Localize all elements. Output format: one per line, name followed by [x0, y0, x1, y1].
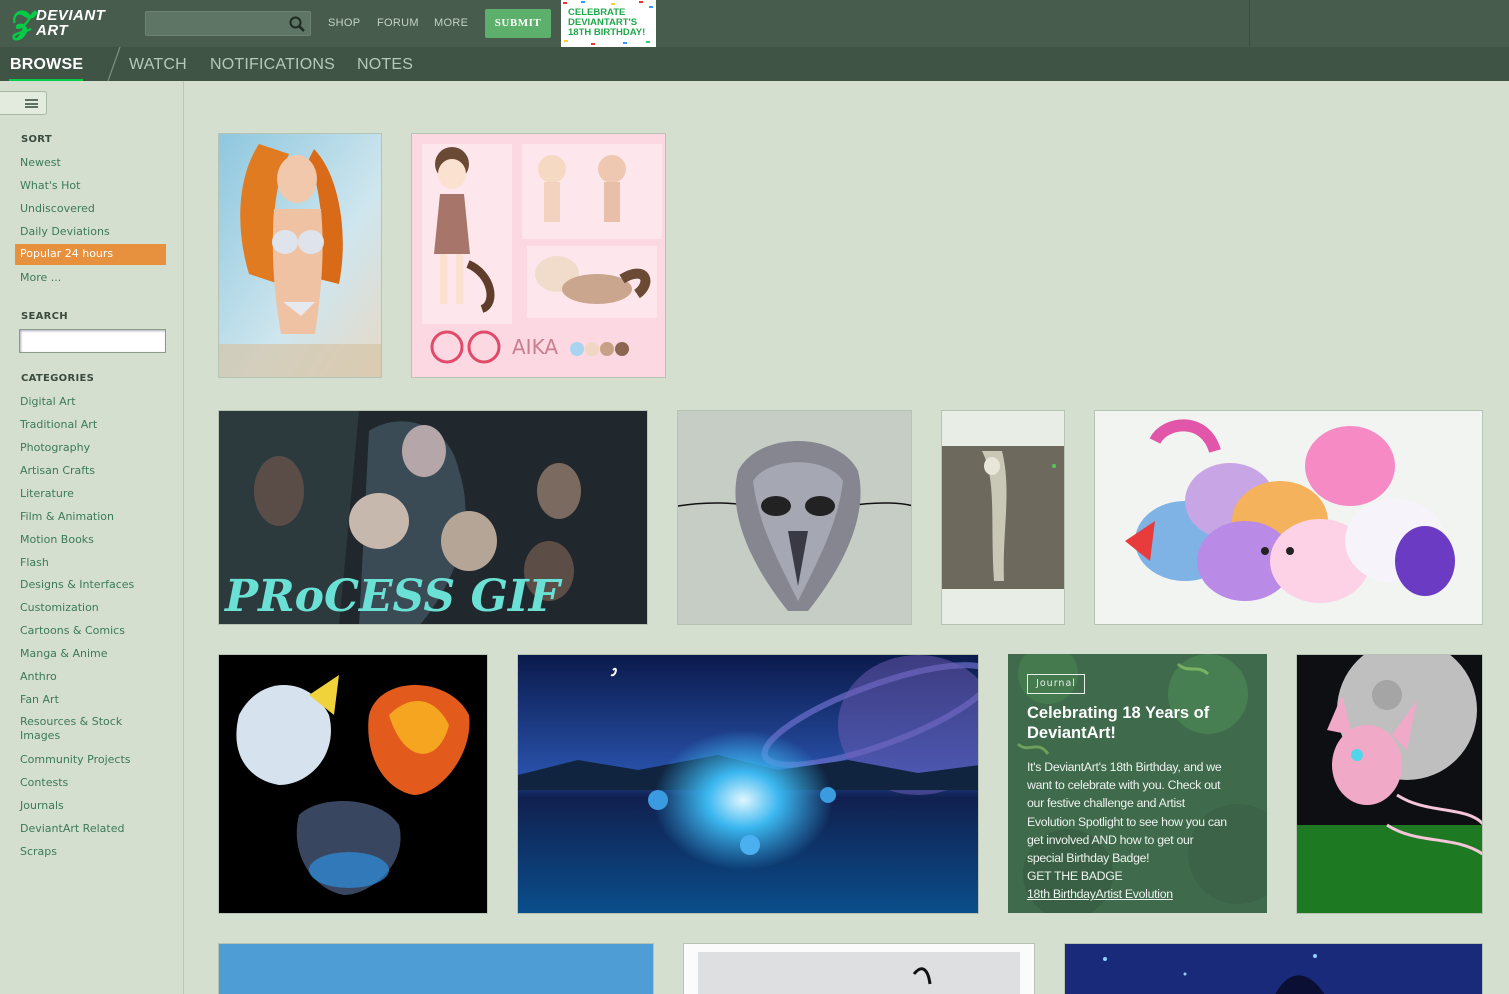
- sidebar-toggle-button[interactable]: [0, 91, 47, 115]
- sort-item-newest[interactable]: Newest: [20, 156, 61, 170]
- tab-separator: [107, 47, 121, 81]
- category-journals[interactable]: Journals: [20, 799, 64, 813]
- deviantart-logo[interactable]: 𝓩 DEVIANT ART: [12, 8, 124, 40]
- sidebar: SORT Newest What's Hot Undiscovered Dail…: [0, 81, 184, 994]
- category-designs-interfaces[interactable]: Designs & Interfaces: [20, 578, 134, 592]
- tab-notes[interactable]: NOTES: [357, 56, 413, 74]
- sort-item-popular-24-hours[interactable]: Popular 24 hours: [15, 244, 166, 265]
- journal-badge: Journal: [1027, 674, 1085, 694]
- category-contests[interactable]: Contests: [20, 776, 68, 790]
- tab-notifications[interactable]: NOTIFICATIONS: [210, 56, 335, 74]
- artwork-image: [678, 411, 911, 624]
- thumbnail-sky-bottom-1[interactable]: [218, 943, 654, 994]
- artwork-image: [219, 134, 381, 377]
- category-flash[interactable]: Flash: [20, 556, 49, 570]
- category-scraps[interactable]: Scraps: [20, 845, 57, 859]
- artwork-image: [1297, 655, 1482, 913]
- birthday-banner-text: CELEBRATE DEVIANTART'S 18TH BIRTHDAY!: [568, 7, 646, 38]
- artwork-image: [1095, 411, 1482, 624]
- submit-button[interactable]: SUBMIT: [485, 9, 551, 38]
- artwork-image: [518, 655, 978, 913]
- thumbnail-white-sculpture-bottom[interactable]: [683, 943, 1035, 994]
- nav-shop[interactable]: SHOP: [328, 17, 360, 29]
- search-icon[interactable]: [289, 16, 305, 32]
- process-gif-caption: PRoCESS GIF: [223, 571, 563, 622]
- category-motion-books[interactable]: Motion Books: [20, 533, 94, 547]
- thumbnail-dark-blue-bottom[interactable]: [1064, 943, 1483, 994]
- artwork-image: AIKA: [412, 134, 665, 377]
- journal-body-line: Evolution Spotlight to see how you can: [1027, 814, 1227, 829]
- thumbnail-process-gif-skulls[interactable]: PRoCESS GIF: [218, 410, 648, 625]
- category-literature[interactable]: Literature: [20, 487, 74, 501]
- aika-caption: AIKA: [512, 335, 558, 359]
- sort-item-more[interactable]: More ...: [20, 271, 61, 285]
- category-traditional-art[interactable]: Traditional Art: [20, 418, 97, 432]
- top-bar: 𝓩 DEVIANT ART SHOP FORUM MORE SUBMIT CELE…: [0, 0, 1509, 47]
- thumbnail-pony-blobs[interactable]: [1094, 410, 1483, 625]
- category-photography[interactable]: Photography: [20, 441, 90, 455]
- tab-browse[interactable]: BROWSE: [10, 56, 83, 74]
- thumbnail-dancer-photo[interactable]: [941, 410, 1065, 625]
- category-customization[interactable]: Customization: [20, 601, 99, 615]
- journal-body-line: get involved AND how to get our: [1027, 832, 1194, 847]
- birthday-banner[interactable]: CELEBRATE DEVIANTART'S 18TH BIRTHDAY!: [561, 0, 656, 47]
- nav-forum[interactable]: FORUM: [377, 17, 419, 29]
- thumbnail-beach-redhead-painting[interactable]: [218, 133, 382, 378]
- journal-links[interactable]: 18th BirthdayArtist Evolution: [1027, 885, 1259, 903]
- thumbnail-blue-fantasy-landscape[interactable]: [517, 654, 979, 914]
- artwork-image: PRoCESS GIF: [219, 411, 647, 624]
- category-community-projects[interactable]: Community Projects: [20, 753, 131, 767]
- sort-item-daily-deviations[interactable]: Daily Deviations: [20, 225, 110, 239]
- journal-title[interactable]: Celebrating 18 Years of DeviantArt!: [1027, 703, 1252, 743]
- search-input[interactable]: [145, 11, 311, 36]
- thumbnail-feather-mask[interactable]: [677, 410, 912, 625]
- top-bar-divider: [1249, 0, 1250, 47]
- artwork-image: [219, 944, 653, 994]
- artwork-image: [1065, 944, 1482, 994]
- journal-body-line: want to celebrate with you. Check out: [1027, 778, 1221, 793]
- artwork-image: [684, 944, 1034, 994]
- menu-icon: [25, 99, 38, 108]
- journal-body: It's DeviantArt's 18th Birthday, and we …: [1027, 758, 1259, 904]
- journal-cta[interactable]: GET THE BADGE: [1027, 867, 1259, 885]
- thumbnail-dragon-trio[interactable]: [218, 654, 488, 914]
- nav-more[interactable]: MORE: [434, 17, 468, 29]
- artwork-image: [942, 411, 1064, 624]
- sub-nav: BROWSE WATCH NOTIFICATIONS NOTES: [0, 47, 1509, 81]
- category-deviantart-related[interactable]: DeviantArt Related: [20, 822, 124, 836]
- sort-item-label: Popular 24 hours: [20, 247, 114, 260]
- journal-body-line: It's DeviantArt's 18th Birthday, and we: [1027, 760, 1222, 774]
- thumbnail-aika-character-sheet[interactable]: AIKA: [411, 133, 666, 378]
- sort-item-whats-hot[interactable]: What's Hot: [20, 179, 80, 193]
- category-film-animation[interactable]: Film & Animation: [20, 510, 114, 524]
- journal-card[interactable]: Journal Celebrating 18 Years of DeviantA…: [1008, 654, 1267, 913]
- artwork-image: [219, 655, 487, 913]
- category-manga-anime[interactable]: Manga & Anime: [20, 647, 108, 661]
- search-heading: SEARCH: [21, 311, 68, 322]
- category-fan-art[interactable]: Fan Art: [20, 693, 59, 707]
- journal-body-line: our festive challenge and Artist: [1027, 796, 1185, 811]
- sidebar-search-input[interactable]: [19, 329, 166, 353]
- deviantart-logo-icon: 𝓩: [12, 6, 34, 41]
- category-cartoons-comics[interactable]: Cartoons & Comics: [20, 624, 125, 638]
- category-anthro[interactable]: Anthro: [20, 670, 57, 684]
- sort-heading: SORT: [21, 134, 52, 145]
- category-digital-art[interactable]: Digital Art: [20, 395, 76, 409]
- logo-text: DEVIANT ART: [36, 7, 106, 39]
- tab-watch[interactable]: WATCH: [129, 56, 187, 74]
- category-artisan-crafts[interactable]: Artisan Crafts: [20, 464, 95, 478]
- sort-item-undiscovered[interactable]: Undiscovered: [20, 202, 95, 216]
- category-resources-stock-images[interactable]: Resources & Stock Images: [20, 715, 140, 743]
- thumbnail-sylveon-moon[interactable]: [1296, 654, 1483, 914]
- categories-heading: CATEGORIES: [21, 373, 95, 384]
- journal-body-line: special Birthday Badge!: [1027, 851, 1150, 866]
